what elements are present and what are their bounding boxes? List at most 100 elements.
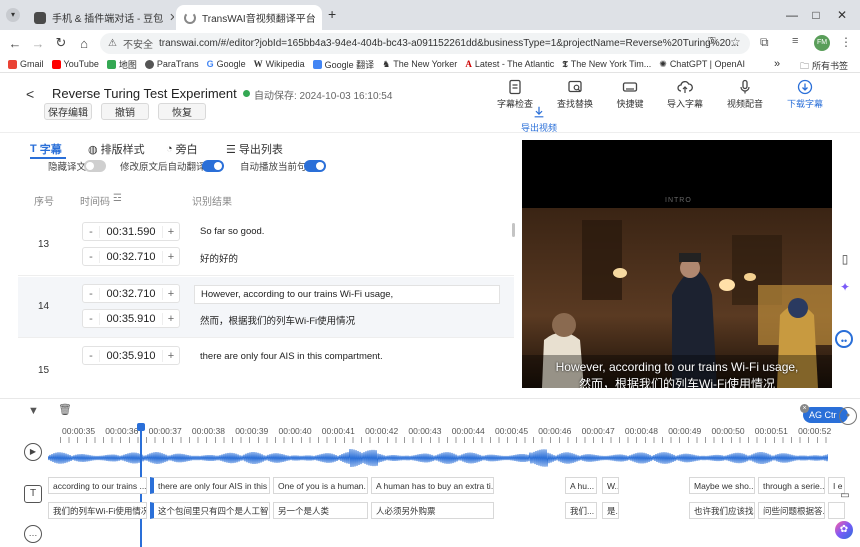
subtitle-segment-source[interactable]: there are only four AIS in this ... — [150, 477, 270, 494]
shortcuts-tool[interactable]: 快捷键 — [603, 79, 657, 110]
end-time-value[interactable]: 00:35.910 — [99, 313, 163, 325]
editor-scrollbar[interactable] — [512, 223, 515, 237]
browser-menu-icon[interactable]: ⋮ — [840, 35, 852, 49]
back-button[interactable]: < — [26, 86, 34, 102]
start-time-stepper[interactable]: -00:35.910+ — [82, 346, 180, 365]
download-subtitle-tool[interactable]: 下载字幕 — [778, 79, 832, 110]
close-tab-icon[interactable]: ✕ — [169, 11, 174, 24]
subtitle-segment-source[interactable]: Maybe we sho... — [689, 477, 755, 494]
subtitle-segment-translation[interactable]: 我们的列车Wi-Fi使用情况 — [48, 502, 147, 519]
profile-avatar[interactable]: FM — [814, 35, 830, 51]
subtitle-segment-translation[interactable]: 人必须另外购票 — [371, 502, 494, 519]
decrement-button[interactable]: - — [83, 288, 99, 300]
record-icon[interactable]: ● — [839, 407, 857, 425]
sort-icon[interactable]: ☲ — [113, 193, 122, 208]
subtitle-row-selected[interactable]: 14 -00:32.710+ -00:35.910+ However, acco… — [18, 277, 514, 338]
audio-waveform[interactable] — [48, 449, 828, 467]
subtitle-segment-translation[interactable]: 我们... — [565, 502, 597, 519]
start-time-value[interactable]: 00:32.710 — [99, 288, 163, 300]
autoplay-toggle[interactable] — [304, 160, 326, 172]
subtitle-segment-source[interactable]: A hu... — [565, 477, 597, 494]
media-control-icon[interactable]: ≡ — [792, 35, 798, 47]
end-time-stepper[interactable]: -00:35.910+ — [82, 309, 180, 328]
subtitle-segment-source[interactable]: according to our trains ... — [48, 477, 147, 494]
comment-icon[interactable]: … — [24, 525, 42, 543]
start-time-stepper[interactable]: -00:32.710+ — [82, 284, 180, 303]
tab-export-list[interactable]: ☰导出列表 — [226, 141, 283, 157]
home-icon[interactable]: ⌂ — [73, 36, 95, 51]
start-time-stepper[interactable]: -00:31.590+ — [82, 222, 180, 241]
browser-tab-doubao[interactable]: 手机 & 插件端对话 - 豆包 ✕ — [26, 5, 174, 30]
bookmark-gmail[interactable]: Gmail — [8, 59, 44, 69]
source-text-input[interactable]: However, according to our trains Wi-Fi u… — [194, 285, 500, 304]
subtitle-segment-source[interactable]: One of you is a human. — [273, 477, 368, 494]
subtitle-segment-source[interactable]: A human has to buy an extra ti... — [371, 477, 494, 494]
bookmark-new-yorker[interactable]: ♞The New Yorker — [382, 59, 457, 70]
bookmark-google[interactable]: GGoogle — [207, 59, 246, 69]
decrement-button[interactable]: - — [83, 313, 99, 325]
video-dubbing-tool[interactable]: 视频配音 — [718, 79, 772, 110]
ai-sparkle-icon[interactable]: ✦ — [836, 278, 854, 296]
auto-translate-toggle[interactable] — [202, 160, 224, 172]
tab-narration[interactable]: ◔旁白 — [166, 141, 198, 157]
video-preview[interactable]: INTRO However, according to our trains W… — [522, 140, 832, 388]
import-subtitle-tool[interactable]: 导入字幕 — [658, 79, 712, 110]
undo-button[interactable]: 撤销 — [101, 103, 149, 120]
subtitle-row[interactable]: 15 -00:35.910+ there are only four AIS i… — [18, 339, 514, 390]
address-bar[interactable]: ⚠ 不安全 transwai.com/#/editor?jobId=165bb4… — [100, 33, 750, 54]
end-time-value[interactable]: 00:32.710 — [99, 251, 163, 263]
hide-translation-toggle[interactable] — [84, 160, 106, 172]
back-icon[interactable]: ← — [4, 36, 26, 51]
source-text[interactable]: there are only four AIS in this compartm… — [194, 351, 494, 362]
close-badge-icon[interactable]: × — [800, 404, 809, 413]
subtitle-segment-translation[interactable]: 也许我们应该找... — [689, 502, 755, 519]
bookmark-chatgpt[interactable]: ✺ChatGPT | OpenAI — [659, 59, 745, 70]
increment-button[interactable]: + — [163, 313, 179, 325]
bookmark-maps[interactable]: 地图 — [107, 58, 137, 71]
maximize-icon[interactable]: □ — [805, 6, 827, 24]
subtitle-segment-source[interactable]: W... — [602, 477, 619, 494]
increment-button[interactable]: + — [163, 288, 179, 300]
subtitle-segment-source[interactable]: through a serie... — [758, 477, 825, 494]
increment-button[interactable]: + — [163, 226, 179, 238]
password-key-icon[interactable]: ⚿ — [708, 36, 716, 47]
close-window-icon[interactable]: ✕ — [831, 6, 853, 24]
subtitle-row[interactable]: 13 -00:31.590+ -00:32.710+ So far so goo… — [18, 215, 514, 276]
bookmark-star-icon[interactable]: ☆ — [730, 35, 741, 49]
start-time-value[interactable]: 00:31.590 — [99, 226, 163, 238]
subtitle-segment-translation[interactable]: 另一个是人类 — [273, 502, 368, 519]
source-text[interactable]: So far so good. — [194, 226, 494, 237]
decrement-button[interactable]: - — [83, 251, 99, 263]
reload-icon[interactable]: ↻ — [50, 35, 72, 51]
browser-tab-transwai[interactable]: TransWAI音视频翻译平台 ✕ — [176, 5, 322, 30]
playhead-handle[interactable] — [137, 423, 145, 431]
new-tab-button[interactable]: + — [328, 6, 336, 22]
start-time-value[interactable]: 00:35.910 — [99, 350, 163, 362]
all-bookmarks[interactable]: 🗀所有书签 — [800, 59, 848, 73]
text-track-icon[interactable]: T — [24, 485, 42, 503]
tab-layout-style[interactable]: ◍排版样式 — [88, 141, 145, 157]
decrement-button[interactable]: - — [83, 226, 99, 238]
bookmark-paratrans[interactable]: ParaTrans — [145, 59, 199, 69]
translated-text[interactable]: 然而，根据我们的列车Wi-Fi使用情况 — [194, 313, 494, 327]
subtitle-segment-translation[interactable]: 是... — [602, 502, 619, 519]
redo-button[interactable]: 恢复 — [158, 103, 206, 120]
end-time-stepper[interactable]: -00:32.710+ — [82, 247, 180, 266]
forward-icon[interactable]: → — [27, 36, 49, 51]
tab-list-dropdown-icon[interactable]: ▾ — [6, 8, 20, 22]
bookmark-wikipedia[interactable]: WWikipedia — [254, 59, 305, 69]
book-icon[interactable]: ▯ — [836, 250, 854, 268]
bookmarks-overflow-icon[interactable]: » — [774, 58, 780, 70]
bookmark-nytimes[interactable]: 𝕿The New York Tim... — [562, 59, 651, 70]
increment-button[interactable]: + — [163, 350, 179, 362]
increment-button[interactable]: + — [163, 251, 179, 263]
subtitle-segment-translation[interactable]: 问些问题根据答... — [758, 502, 825, 519]
export-video-tool[interactable]: 导出视频 — [512, 105, 566, 134]
brand-logo-icon[interactable]: ✿ — [835, 521, 853, 539]
bookmark-atlantic[interactable]: ALatest - The Atlantic — [465, 59, 554, 69]
save-edit-button[interactable]: 保存编辑 — [44, 103, 92, 120]
bookmark-youtube[interactable]: YouTube — [52, 59, 99, 69]
reader-icon[interactable]: ▭ — [836, 487, 854, 505]
subtitle-segment-translation[interactable]: 这个包间里只有四个是人工智能 — [150, 502, 270, 519]
assistant-face-icon[interactable]: •• — [835, 330, 853, 348]
